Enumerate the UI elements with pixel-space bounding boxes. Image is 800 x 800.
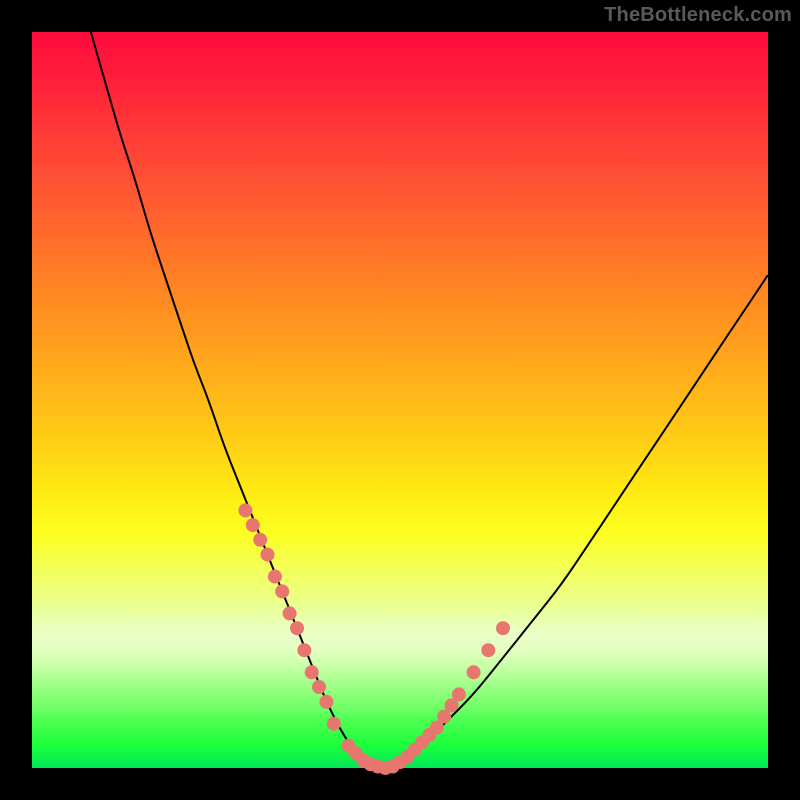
bead-marker [467, 665, 481, 679]
bead-marker [319, 695, 333, 709]
bead-marker [305, 665, 319, 679]
plot-area [32, 32, 768, 768]
bead-marker [261, 548, 275, 562]
chart-svg [32, 32, 768, 768]
bead-marker [283, 606, 297, 620]
bottleneck-curve-path [91, 32, 768, 764]
bead-marker [246, 518, 260, 532]
bead-marker [496, 621, 510, 635]
bead-marker [290, 621, 304, 635]
curve-layer [91, 32, 768, 764]
bead-marker [452, 687, 466, 701]
bead-marker [312, 680, 326, 694]
beads-layer [238, 503, 510, 775]
chart-frame: TheBottleneck.com [0, 0, 800, 800]
bead-marker [327, 717, 341, 731]
watermark-text: TheBottleneck.com [604, 4, 792, 27]
bead-marker [275, 584, 289, 598]
bead-marker [253, 533, 267, 547]
bead-marker [238, 503, 252, 517]
bead-marker [297, 643, 311, 657]
bead-marker [268, 570, 282, 584]
bead-marker [481, 643, 495, 657]
